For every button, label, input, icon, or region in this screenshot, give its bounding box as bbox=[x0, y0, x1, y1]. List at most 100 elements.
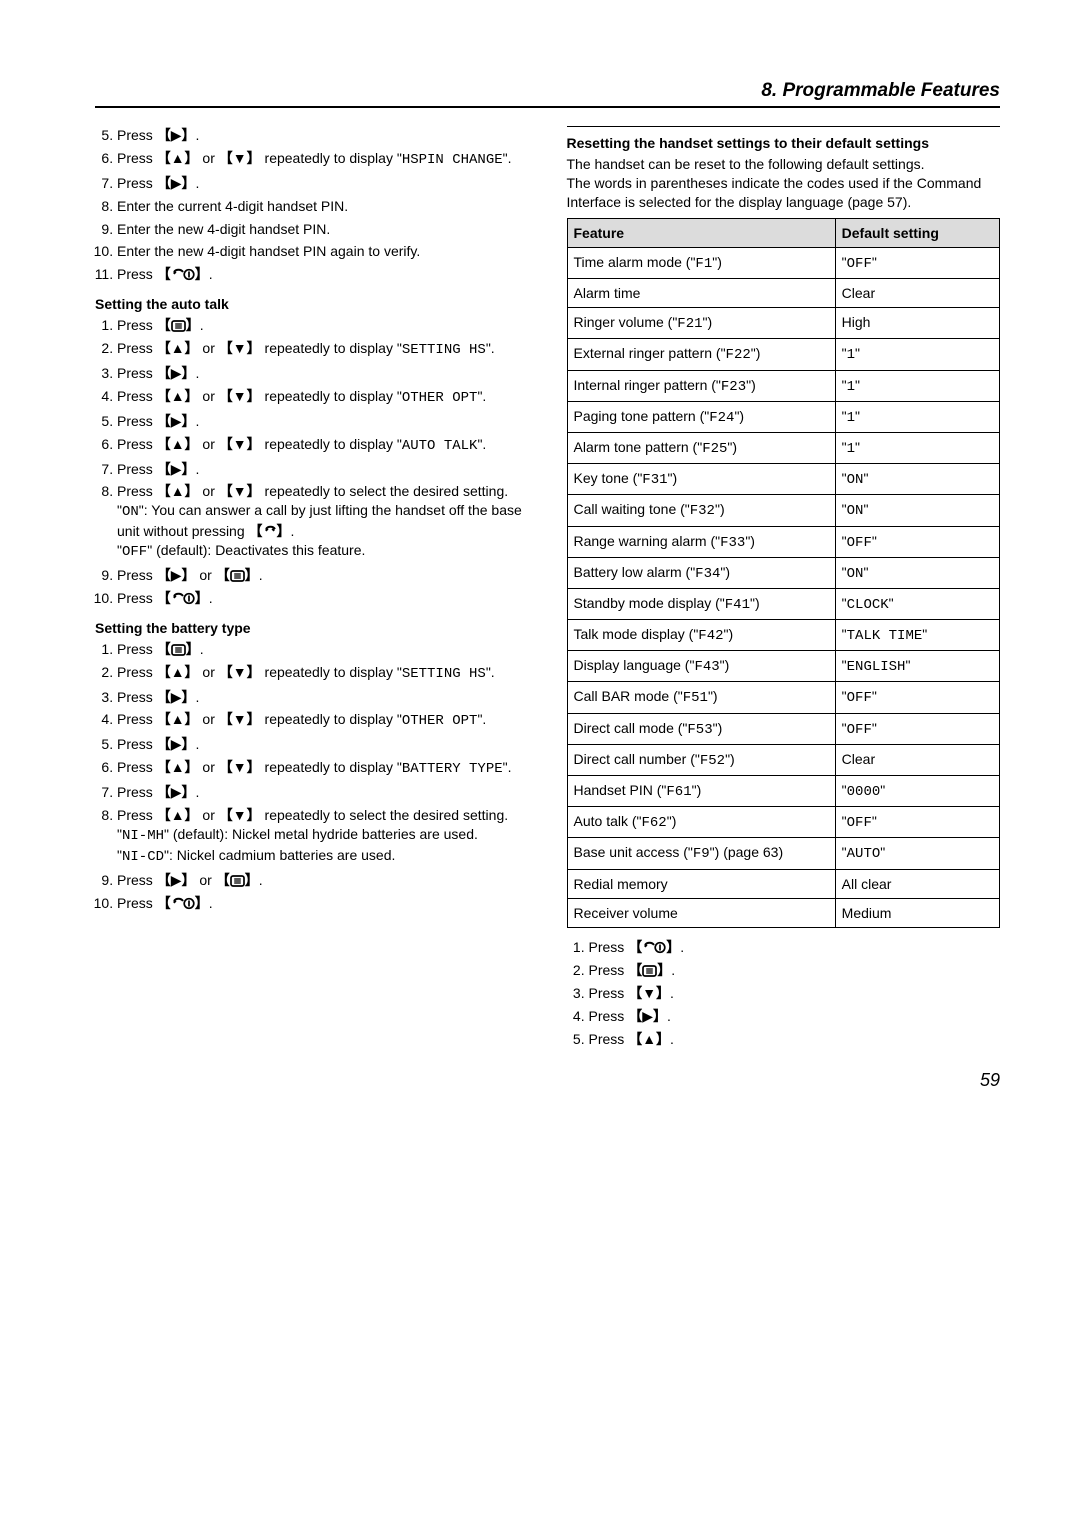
list-item: Press ▶ or . bbox=[117, 566, 529, 585]
list-item: Press ▲ or ▼ repeatedly to display "HSPI… bbox=[117, 149, 529, 170]
table-cell: "0000" bbox=[835, 776, 999, 807]
table-row: Alarm tone pattern ("F25")"1" bbox=[567, 432, 1000, 463]
table-row: Standby mode display ("F41")"CLOCK" bbox=[567, 588, 1000, 619]
down-icon: ▼ bbox=[219, 387, 261, 406]
table-cell: "ON" bbox=[835, 495, 999, 526]
up-icon: ▲ bbox=[157, 758, 199, 777]
table-cell: "OFF" bbox=[835, 247, 999, 278]
list-item: Press ▲. bbox=[589, 1030, 1001, 1049]
up-icon: ▲ bbox=[628, 1030, 670, 1049]
table-cell: Direct call mode ("F53") bbox=[567, 713, 835, 744]
table-row: Call BAR mode ("F51")"OFF" bbox=[567, 682, 1000, 713]
up-icon: ▲ bbox=[157, 663, 199, 682]
table-cell: "OFF" bbox=[835, 682, 999, 713]
table-cell: Medium bbox=[835, 898, 999, 927]
list-item: Press ▶ or . bbox=[117, 871, 529, 890]
right-icon: ▶ bbox=[157, 783, 196, 802]
list-item: Press ▲ or ▼ repeatedly to display "SETT… bbox=[117, 339, 529, 360]
hangup-icon bbox=[628, 938, 680, 957]
table-cell: Battery low alarm ("F34") bbox=[567, 557, 835, 588]
list-item: Press ▶. bbox=[117, 783, 529, 802]
list-item: Press ▼. bbox=[589, 984, 1001, 1003]
table-cell: Receiver volume bbox=[567, 898, 835, 927]
table-row: Paging tone pattern ("F24")"1" bbox=[567, 401, 1000, 432]
table-cell: Display language ("F43") bbox=[567, 651, 835, 682]
table-cell: Time alarm mode ("F1") bbox=[567, 247, 835, 278]
table-row: Direct call mode ("F53")"OFF" bbox=[567, 713, 1000, 744]
table-row: Talk mode display ("F42")"TALK TIME" bbox=[567, 620, 1000, 651]
table-cell: "ON" bbox=[835, 464, 999, 495]
table-cell: Base unit access ("F9") (page 63) bbox=[567, 838, 835, 869]
menu-icon bbox=[157, 316, 200, 335]
right-icon: ▶ bbox=[157, 460, 196, 479]
right-icon: ▶ bbox=[157, 735, 196, 754]
right-icon: ▶ bbox=[628, 1007, 667, 1026]
table-cell: Alarm time bbox=[567, 279, 835, 308]
list-item: Press . bbox=[589, 961, 1001, 980]
table-row: Alarm timeClear bbox=[567, 279, 1000, 308]
th-default: Default setting bbox=[835, 218, 999, 247]
list-item: Press ▶. bbox=[117, 364, 529, 383]
reset-para-1: The handset can be reset to the followin… bbox=[567, 155, 1001, 174]
list-item: Press ▶. bbox=[117, 460, 529, 479]
talk-icon bbox=[249, 522, 291, 541]
right-icon: ▶ bbox=[157, 566, 196, 585]
table-cell: External ringer pattern ("F22") bbox=[567, 339, 835, 370]
table-row: Range warning alarm ("F33")"OFF" bbox=[567, 526, 1000, 557]
up-icon: ▲ bbox=[157, 149, 199, 168]
down-icon: ▼ bbox=[219, 482, 261, 501]
table-row: Key tone ("F31")"ON" bbox=[567, 464, 1000, 495]
list-item: Press ▲ or ▼ repeatedly to display "OTHE… bbox=[117, 710, 529, 731]
list-item: Press . bbox=[117, 265, 529, 284]
list-item: Enter the current 4-digit handset PIN. bbox=[117, 197, 529, 216]
table-cell: Call BAR mode ("F51") bbox=[567, 682, 835, 713]
table-cell: "CLOCK" bbox=[835, 588, 999, 619]
table-cell: "ENGLISH" bbox=[835, 651, 999, 682]
list-item: Press . bbox=[117, 589, 529, 608]
down-icon: ▼ bbox=[219, 149, 261, 168]
menu-icon bbox=[216, 871, 259, 890]
table-row: Handset PIN ("F61")"0000" bbox=[567, 776, 1000, 807]
menu-icon bbox=[628, 961, 671, 980]
table-cell: "1" bbox=[835, 432, 999, 463]
right-icon: ▶ bbox=[157, 871, 196, 890]
table-cell: Ringer volume ("F21") bbox=[567, 308, 835, 339]
table-cell: All clear bbox=[835, 869, 999, 898]
subhead-auto-talk: Setting the auto talk bbox=[95, 296, 529, 312]
table-cell: "OFF" bbox=[835, 526, 999, 557]
table-cell: "AUTO" bbox=[835, 838, 999, 869]
left-column: Press ▶. Press ▲ or ▼ repeatedly to displ… bbox=[95, 126, 529, 1060]
up-icon: ▲ bbox=[157, 387, 199, 406]
up-icon: ▲ bbox=[157, 339, 199, 358]
table-cell: Standby mode display ("F41") bbox=[567, 588, 835, 619]
table-cell: High bbox=[835, 308, 999, 339]
table-cell: "OFF" bbox=[835, 713, 999, 744]
table-row: Call waiting tone ("F32")"ON" bbox=[567, 495, 1000, 526]
table-cell: Auto talk ("F62") bbox=[567, 807, 835, 838]
list-item: Press . bbox=[589, 938, 1001, 957]
page-header: 8. Programmable Features bbox=[95, 80, 1000, 108]
table-cell: Call waiting tone ("F32") bbox=[567, 495, 835, 526]
table-row: Internal ringer pattern ("F23")"1" bbox=[567, 370, 1000, 401]
list-item: Press . bbox=[117, 640, 529, 659]
up-icon: ▲ bbox=[157, 435, 199, 454]
table-row: Base unit access ("F9") (page 63)"AUTO" bbox=[567, 838, 1000, 869]
menu-icon bbox=[216, 566, 259, 585]
section-divider bbox=[567, 126, 1001, 127]
steps-top: Press ▶.Press ▲ or ▼ repeatedly to displ… bbox=[95, 126, 529, 284]
list-item: Press ▲ or ▼ repeatedly to display "BATT… bbox=[117, 758, 529, 779]
subhead-battery: Setting the battery type bbox=[95, 620, 529, 636]
list-item: Enter the new 4-digit handset PIN again … bbox=[117, 242, 529, 261]
table-cell: "OFF" bbox=[835, 807, 999, 838]
table-cell: Redial memory bbox=[567, 869, 835, 898]
hangup-icon bbox=[157, 589, 209, 608]
table-cell: "1" bbox=[835, 370, 999, 401]
down-icon: ▼ bbox=[628, 984, 670, 1003]
settings-tbody: Time alarm mode ("F1")"OFF"Alarm timeCle… bbox=[567, 247, 1000, 927]
list-item: Press . bbox=[117, 316, 529, 335]
steps-reset: Press .Press .Press ▼.Press ▶.Press ▲. bbox=[567, 938, 1001, 1048]
table-row: Battery low alarm ("F34")"ON" bbox=[567, 557, 1000, 588]
list-item: Press ▶. bbox=[117, 688, 529, 707]
table-cell: "TALK TIME" bbox=[835, 620, 999, 651]
steps-auto-talk: Press . Press ▲ or ▼ repeatedly to displa… bbox=[95, 316, 529, 608]
